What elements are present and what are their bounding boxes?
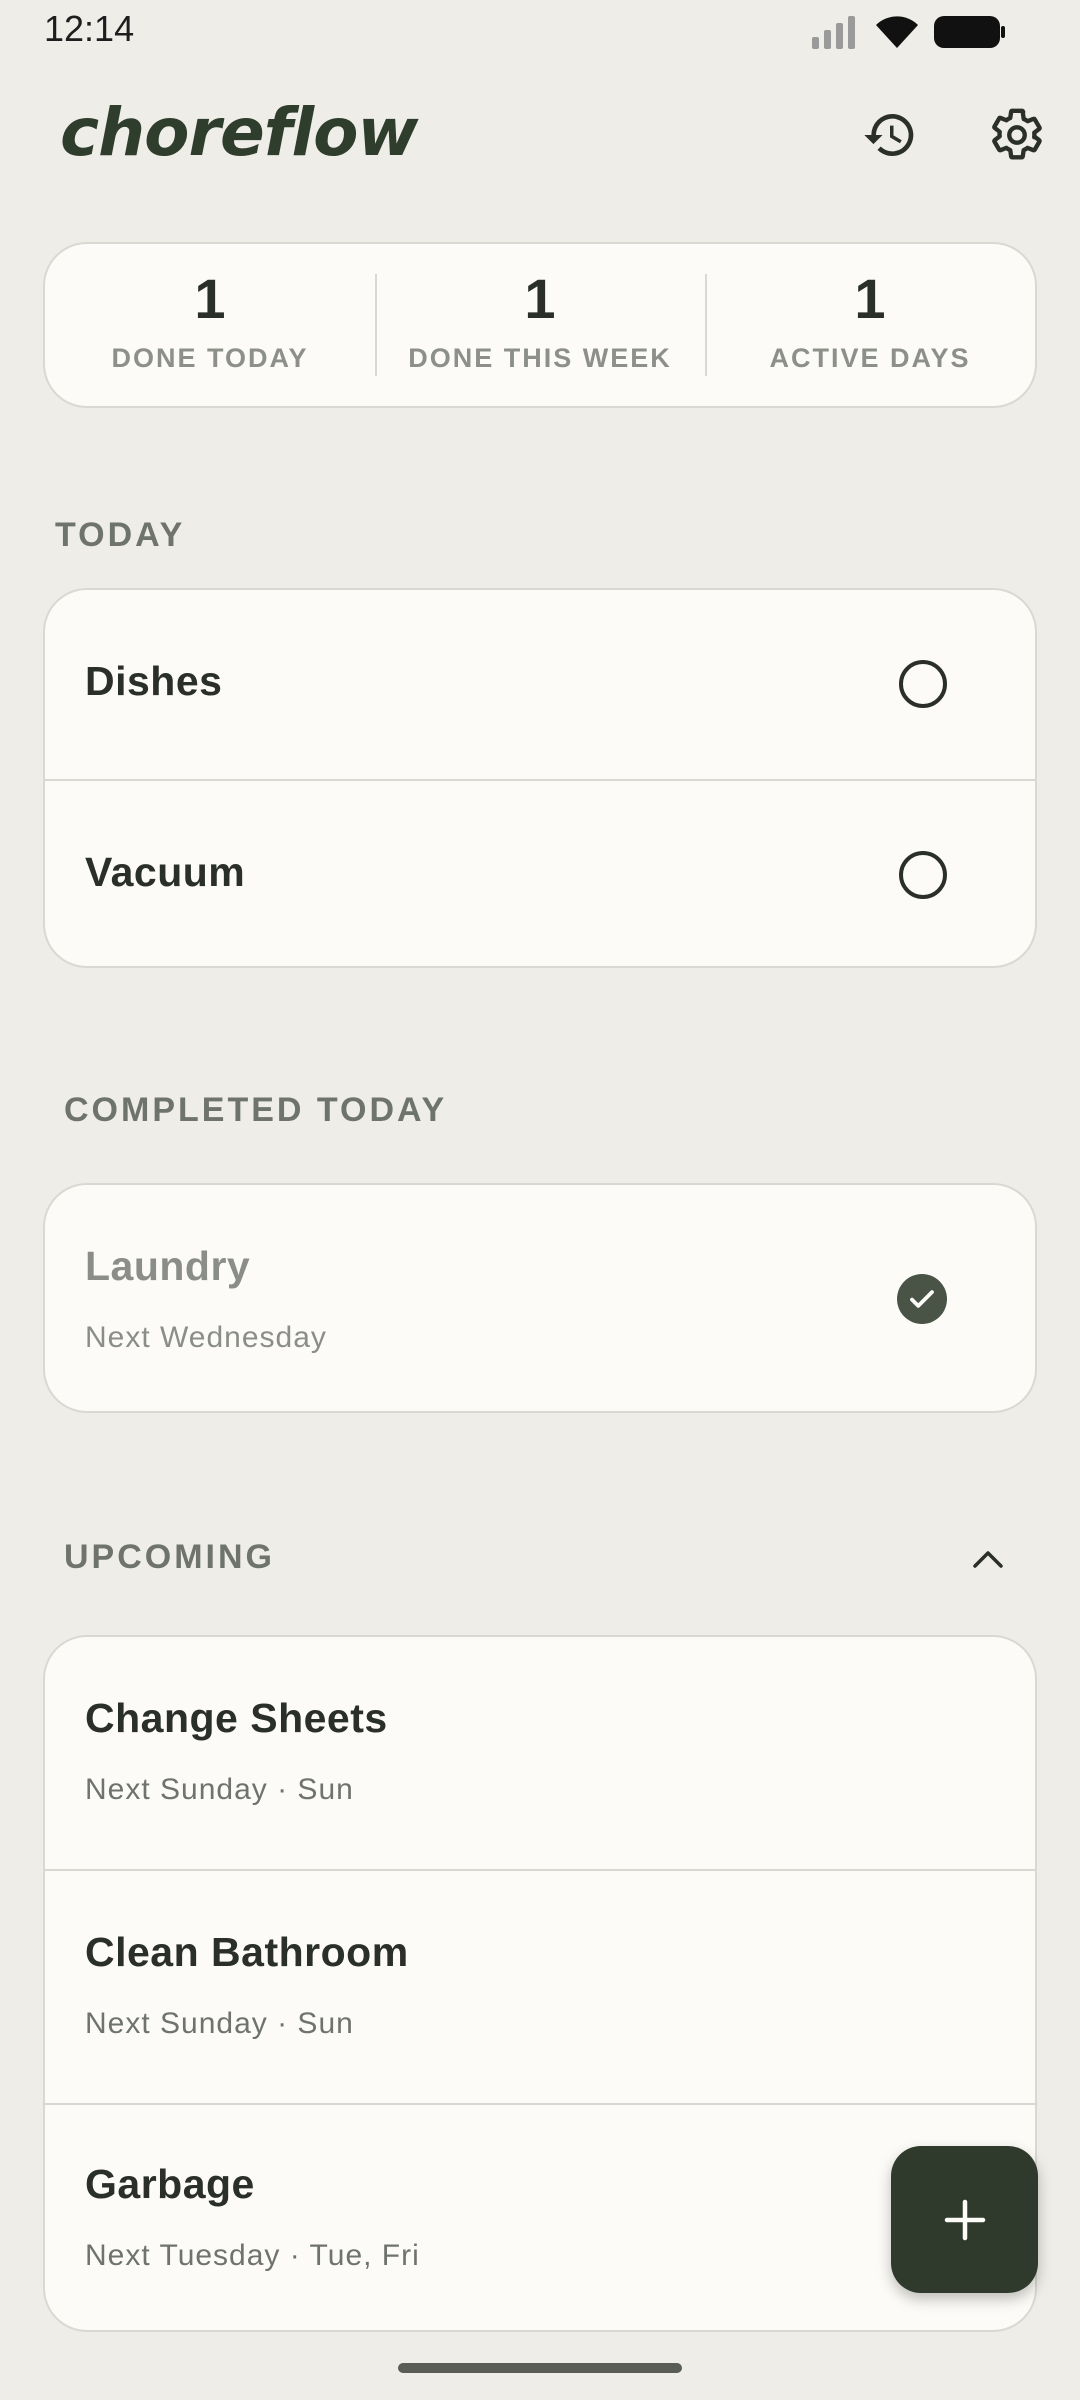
chevron-up-icon (973, 1551, 1003, 1568)
settings-button[interactable] (982, 100, 1052, 170)
list-item[interactable]: Clean Bathroom Next Sunday · Sun (45, 1869, 1035, 2103)
add-chore-button[interactable] (891, 2146, 1038, 2293)
completed-card: Laundry Next Wednesday (43, 1183, 1037, 1413)
history-button[interactable] (855, 100, 925, 170)
battery-icon (934, 16, 1005, 48)
app-header: choreflow (0, 80, 1080, 190)
gear-icon (992, 108, 1042, 160)
plus-icon (944, 2199, 985, 2240)
collapse-upcoming-button[interactable] (960, 1536, 1016, 1582)
status-bar: 12:14 (0, 0, 1080, 60)
chore-next-due: Next Wednesday (85, 1321, 327, 1354)
chore-name: Dishes (85, 658, 223, 704)
status-time: 12:14 (44, 8, 135, 49)
completed-check-icon[interactable] (897, 1274, 947, 1324)
home-indicator[interactable] (398, 2363, 682, 2373)
stat-value: 1 (854, 266, 886, 330)
stat-active-days: 1 ACTIVE DAYS (705, 244, 1035, 406)
chore-name: Change Sheets (85, 1695, 388, 1741)
chore-name: Laundry (85, 1243, 251, 1289)
section-title-today: TODAY (55, 516, 186, 554)
stat-value: 1 (524, 266, 556, 330)
section-title-completed: COMPLETED TODAY (64, 1091, 448, 1129)
stat-done-today: 1 DONE TODAY (45, 244, 375, 406)
complete-checkbox[interactable] (899, 851, 947, 899)
today-card: Dishes Vacuum (43, 588, 1037, 968)
stat-label: ACTIVE DAYS (769, 342, 971, 373)
wifi-icon (876, 16, 918, 48)
status-icons (810, 12, 1006, 52)
list-item[interactable]: Laundry Next Wednesday (45, 1185, 1035, 1411)
list-item[interactable]: Vacuum (45, 779, 1035, 966)
stat-done-this-week: 1 DONE THIS WEEK (375, 244, 705, 406)
stat-label: DONE TODAY (111, 342, 309, 373)
complete-checkbox[interactable] (899, 660, 947, 708)
upcoming-card: Change Sheets Next Sunday · Sun Clean Ba… (43, 1635, 1037, 2332)
cellular-signal-icon (812, 16, 855, 49)
chore-name: Garbage (85, 2161, 255, 2207)
list-item[interactable]: Change Sheets Next Sunday · Sun (45, 1637, 1035, 1869)
checkmark-icon (910, 1290, 934, 1308)
chore-schedule: Next Tuesday · Tue, Fri (85, 2239, 420, 2272)
app-logo: choreflow (60, 94, 418, 171)
history-icon (864, 114, 914, 156)
section-title-upcoming: UPCOMING (64, 1538, 275, 1576)
stat-label: DONE THIS WEEK (408, 342, 672, 373)
chore-name: Clean Bathroom (85, 1929, 409, 1975)
stat-value: 1 (194, 266, 226, 330)
chore-schedule: Next Sunday · Sun (85, 1773, 354, 1806)
list-item[interactable]: Garbage Next Tuesday · Tue, Fri (45, 2103, 1035, 2330)
list-item[interactable]: Dishes (45, 590, 1035, 779)
chore-schedule: Next Sunday · Sun (85, 2007, 354, 2040)
chore-name: Vacuum (85, 849, 246, 895)
stats-card: 1 DONE TODAY 1 DONE THIS WEEK 1 ACTIVE D… (43, 242, 1037, 408)
